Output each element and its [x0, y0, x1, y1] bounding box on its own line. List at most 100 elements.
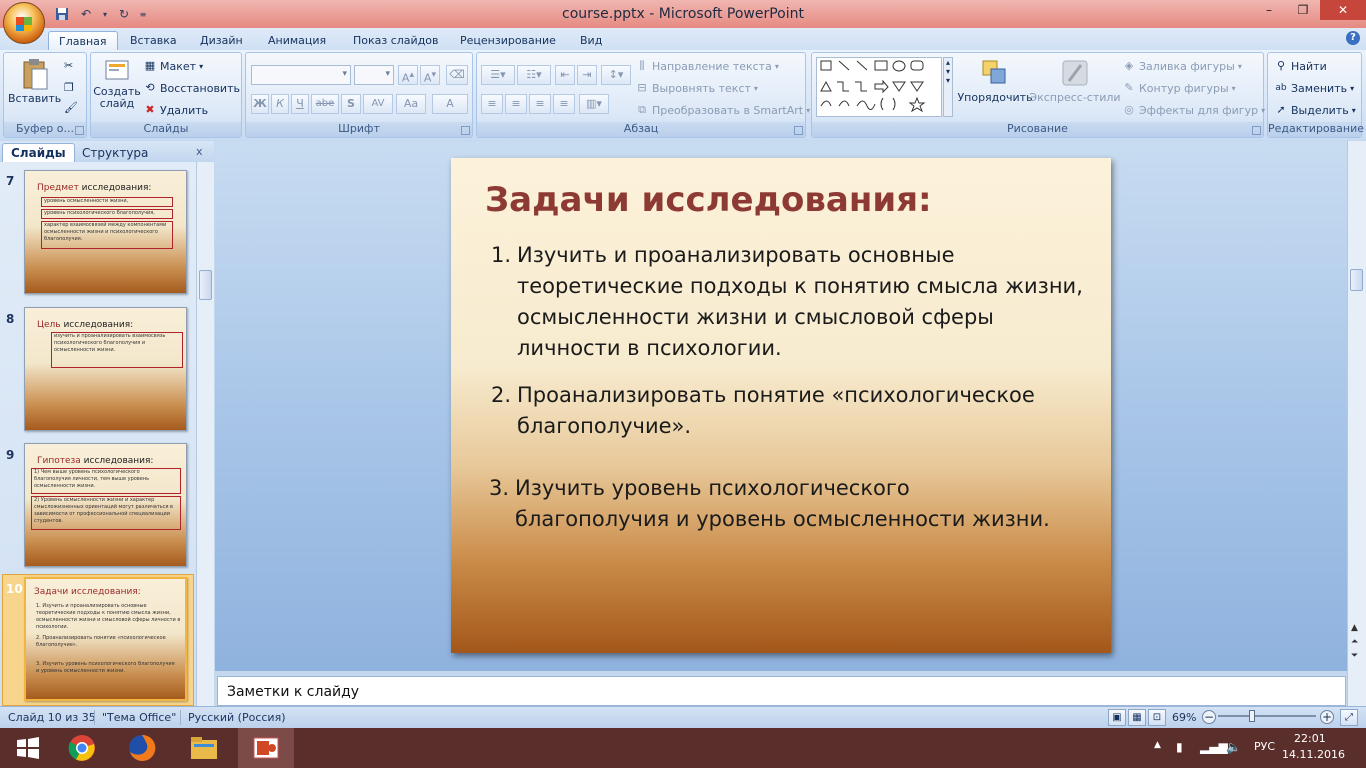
reset-button[interactable]: ⟲ Восстановить [143, 81, 240, 95]
start-icon[interactable] [0, 728, 56, 768]
volume-icon[interactable]: 🔈 [1226, 740, 1241, 754]
tab-home[interactable]: Главная [48, 31, 118, 50]
quick-styles-button[interactable]: Экспресс-стили [1029, 57, 1121, 104]
redo-icon[interactable]: ↻ [114, 5, 134, 23]
change-case-button[interactable]: Aa [396, 94, 426, 114]
zoom-level[interactable]: 69% [1172, 711, 1196, 724]
dialog-launcher-icon[interactable] [75, 126, 84, 135]
shape-outline-button[interactable]: ✎ Контур фигуры ▾ [1122, 81, 1235, 95]
slide-list-item-2[interactable]: 2. Проанализировать понятие «психологиче… [491, 380, 1091, 442]
undo-icon[interactable]: ↶ [76, 5, 96, 23]
zoom-slider[interactable] [1218, 715, 1316, 717]
gallery-scroll[interactable]: ▴ ▾ ▾ [943, 57, 953, 117]
notes-pane[interactable]: Заметки к слайду [217, 676, 1346, 706]
scroll-up-icon[interactable]: ▲ [1351, 623, 1358, 633]
slideshow-view-icon[interactable]: ⊡ [1148, 709, 1166, 726]
char-spacing-button[interactable]: AV [363, 94, 393, 114]
underline-button[interactable]: Ч [291, 94, 309, 114]
clock-time[interactable]: 22:01 [1294, 732, 1326, 745]
slide-thumbnail-8[interactable]: Цель исследования: изучить и проанализир… [24, 307, 187, 431]
normal-view-icon[interactable]: ▣ [1108, 709, 1126, 726]
grow-font-icon[interactable]: A▴ [398, 65, 418, 85]
zoom-in-icon[interactable]: + [1320, 710, 1334, 724]
arrange-button[interactable]: Упорядочить [957, 57, 1033, 104]
previous-slide-icon[interactable]: ⏶ [1351, 637, 1358, 647]
scrollbar-thumb[interactable] [1350, 269, 1363, 291]
line-spacing-icon[interactable]: ↕▾ [601, 65, 631, 85]
input-language[interactable]: РУС [1254, 740, 1275, 753]
battery-icon[interactable]: ▮ [1176, 740, 1183, 754]
firefox-icon[interactable] [114, 728, 170, 768]
dialog-launcher-icon[interactable] [794, 126, 803, 135]
network-icon[interactable]: ▂▄▆ [1200, 740, 1228, 754]
new-slide-button[interactable]: Создать слайд [93, 57, 141, 110]
bullets-icon[interactable]: ☰▾ [481, 65, 515, 85]
slide-title[interactable]: Задачи исследования: [485, 180, 932, 220]
bold-button[interactable]: Ж [251, 94, 269, 114]
tab-outline[interactable]: Структура [74, 143, 156, 162]
tab-animation[interactable]: Анимация [258, 31, 336, 50]
columns-icon[interactable]: ▥▾ [579, 94, 609, 114]
dialog-launcher-icon[interactable] [1252, 126, 1261, 135]
replace-button[interactable]: ab Заменить ▾ [1274, 81, 1354, 95]
align-left-icon[interactable]: ≡ [481, 94, 503, 114]
smartart-button[interactable]: ⧉ Преобразовать в SmartArt ▾ [635, 103, 810, 117]
current-slide[interactable]: Задачи исследования: 1. Изучить и проана… [451, 158, 1111, 653]
slide-thumbnail-9[interactable]: Гипотеза исследования: 1) Чем выше урове… [24, 443, 187, 567]
text-direction-button[interactable]: ⫼ Направление текста ▾ [635, 59, 778, 73]
zoom-out-icon[interactable]: − [1202, 710, 1216, 724]
layout-button[interactable]: ▦ Макет ▾ [143, 59, 203, 73]
next-slide-icon[interactable]: ⏷ [1351, 651, 1358, 661]
restore-icon[interactable]: ❐ [1286, 0, 1320, 20]
font-family-select[interactable] [251, 65, 351, 85]
slide-list-item-1[interactable]: 1. Изучить и проанализировать основные т… [491, 240, 1091, 364]
align-right-icon[interactable]: ≡ [529, 94, 551, 114]
align-center-icon[interactable]: ≡ [505, 94, 527, 114]
tab-slides[interactable]: Слайды [2, 143, 75, 162]
decrease-indent-icon[interactable]: ⇤ [555, 65, 575, 85]
close-icon[interactable]: x [196, 145, 203, 158]
tab-review[interactable]: Рецензирование [450, 31, 566, 50]
slide-list-item-3[interactable]: 3. Изучить уровень психологического благ… [489, 473, 1089, 535]
shape-effects-button[interactable]: ◎ Эффекты для фигур ▾ [1122, 103, 1265, 117]
shadow-button[interactable]: S [341, 94, 361, 114]
powerpoint-icon[interactable] [238, 728, 294, 768]
copy-icon[interactable]: ❐ [64, 81, 74, 94]
tray-arrow-icon[interactable]: ▲ [1154, 740, 1161, 750]
slide-thumbnail-10[interactable]: Задачи исследования: 1. Изучить и проана… [24, 577, 187, 701]
thumbnails-scrollbar[interactable] [196, 162, 214, 706]
clock-date[interactable]: 14.11.2016 [1282, 748, 1345, 761]
select-button[interactable]: ➚ Выделить ▾ [1274, 103, 1355, 117]
dialog-launcher-icon[interactable] [461, 126, 470, 135]
shapes-gallery[interactable] [816, 57, 942, 117]
paste-button[interactable]: Вставить [8, 57, 61, 105]
zoom-slider-thumb[interactable] [1248, 710, 1255, 722]
tab-design[interactable]: Дизайн [190, 31, 253, 50]
scrollbar-thumb[interactable] [199, 270, 212, 300]
tab-view[interactable]: Вид [570, 31, 612, 50]
customize-qat-icon[interactable]: ≡ [138, 5, 148, 23]
file-explorer-icon[interactable] [176, 728, 232, 768]
office-button[interactable] [3, 2, 45, 44]
tab-insert[interactable]: Вставка [120, 31, 187, 50]
clear-format-icon[interactable]: ⌫ [446, 65, 468, 85]
tab-slideshow[interactable]: Показ слайдов [343, 31, 449, 50]
close-icon[interactable]: ✕ [1320, 0, 1366, 20]
numbering-icon[interactable]: ☷▾ [517, 65, 551, 85]
format-painter-icon[interactable]: 🖌 [64, 101, 78, 114]
slide-scrollbar[interactable]: ▲ ⏶ ⏷ [1347, 141, 1366, 706]
save-icon[interactable] [52, 5, 72, 23]
chevron-down-icon[interactable]: ▾ [100, 5, 110, 23]
shrink-font-icon[interactable]: A▾ [420, 65, 440, 85]
slide-thumbnail-7[interactable]: Предмет исследования: уровень осмысленно… [24, 170, 187, 294]
cut-icon[interactable]: ✂ [64, 59, 73, 72]
font-size-select[interactable] [354, 65, 394, 85]
shape-fill-button[interactable]: ◈ Заливка фигуры ▾ [1122, 59, 1242, 73]
increase-indent-icon[interactable]: ⇥ [577, 65, 597, 85]
chrome-icon[interactable] [54, 728, 110, 768]
fit-to-window-icon[interactable]: ⤢ [1340, 709, 1358, 726]
font-color-button[interactable]: A [432, 94, 468, 114]
strikethrough-button[interactable]: abe [311, 94, 339, 114]
align-text-button[interactable]: ⊟ Выровнять текст ▾ [635, 81, 758, 95]
delete-slide-button[interactable]: ✖ Удалить [143, 103, 208, 117]
